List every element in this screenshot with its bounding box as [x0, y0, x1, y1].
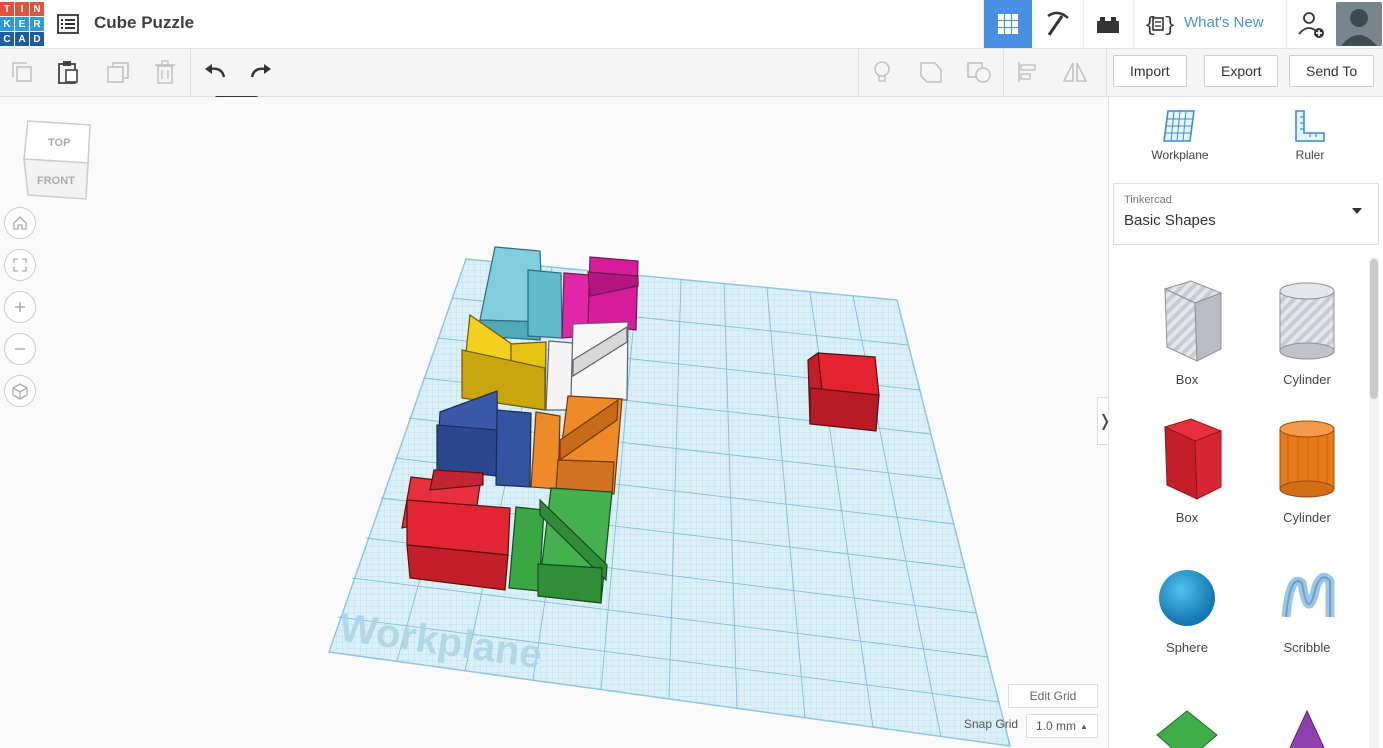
roof-icon	[1156, 710, 1218, 748]
logo-letter: N	[30, 2, 44, 16]
3d-viewport[interactable]: TOP FRONT Workplane ❭ Edit Grid Snap Gri…	[0, 97, 1113, 748]
shapes-panel: Workplane Ruler Tinkercad Basic Shapes B…	[1108, 97, 1383, 748]
scribble-icon	[1281, 572, 1335, 618]
snap-grid-label: Snap Grid	[964, 717, 1019, 731]
shape-label: Box	[1175, 372, 1199, 387]
3d-view-grid-icon[interactable]	[983, 0, 1032, 48]
edit-toolbar: Import Export Send To	[0, 49, 1383, 97]
workplane-tool-label: Workplane	[1151, 148, 1209, 162]
logo-letter: E	[15, 17, 29, 31]
shape-label: Sphere	[1166, 640, 1208, 655]
lightbulb-icon[interactable]	[867, 57, 897, 87]
export-button[interactable]: Export	[1204, 55, 1279, 87]
shape-label: Scribble	[1283, 640, 1331, 655]
scrollbar-thumb[interactable]	[1370, 259, 1378, 399]
logo-letter: C	[0, 32, 14, 46]
group-icon[interactable]	[916, 57, 946, 87]
shape-label: Cylinder	[1283, 372, 1331, 387]
logo-letter: D	[30, 32, 44, 46]
undo-icon[interactable]	[200, 57, 230, 87]
pyramid-icon	[1289, 709, 1325, 748]
snap-grid-select[interactable]: 1.0 mm ▲	[1026, 714, 1098, 738]
workplane-icon	[1163, 110, 1195, 142]
shape-pyramid[interactable]	[1247, 705, 1367, 748]
import-button[interactable]: Import	[1113, 55, 1187, 87]
shape-sphere[interactable]: Sphere	[1127, 563, 1247, 655]
copy-icon[interactable]	[7, 57, 37, 87]
paste-icon[interactable]	[53, 57, 83, 87]
shape-roof[interactable]	[1127, 705, 1247, 748]
code-blocks-icon[interactable]: { }	[1133, 0, 1182, 48]
svg-text:}: }	[1164, 15, 1174, 38]
logo-letter: T	[0, 2, 14, 16]
pickaxe-icon[interactable]	[1033, 0, 1082, 48]
library-provider: Tinkercad	[1124, 194, 1172, 206]
snap-grid-value: 1.0 mm	[1036, 719, 1077, 733]
box-hole-icon	[1163, 280, 1223, 362]
shape-cylinder[interactable]: Cylinder	[1247, 417, 1367, 525]
workplane-tool[interactable]: Workplane	[1135, 107, 1225, 162]
logo-letter: K	[0, 17, 14, 31]
delete-icon[interactable]	[150, 57, 180, 87]
shape-cylinder-hole[interactable]: Cylinder	[1247, 279, 1367, 387]
shape-label: Cylinder	[1283, 510, 1331, 525]
ruler-icon	[1295, 110, 1325, 142]
scene[interactable]: Workplane	[0, 97, 1108, 748]
whats-new-link[interactable]: What's New	[1184, 14, 1264, 31]
redo-icon[interactable]	[246, 57, 276, 87]
sphere-icon	[1159, 570, 1215, 626]
add-user-icon[interactable]	[1286, 0, 1335, 48]
cylinder-icon	[1279, 420, 1335, 498]
shapes-grid: Box Cylinder Box Cylinder Sphere Scribbl…	[1109, 257, 1373, 748]
design-title[interactable]: Cube Puzzle	[94, 13, 194, 33]
bricks-icon[interactable]	[1083, 0, 1132, 48]
shape-library-dropdown[interactable]: Tinkercad Basic Shapes	[1113, 183, 1379, 245]
panel-scrollbar[interactable]	[1369, 257, 1379, 748]
user-avatar[interactable]	[1336, 2, 1382, 46]
send-to-button[interactable]: Send To	[1289, 55, 1375, 87]
logo-letter: R	[30, 17, 44, 31]
logo-letter: I	[15, 2, 29, 16]
design-list-icon[interactable]	[56, 12, 80, 36]
tinkercad-logo[interactable]: TIN KER CAD	[0, 2, 44, 46]
shape-scribble[interactable]: Scribble	[1247, 563, 1367, 655]
caret-up-icon: ▲	[1080, 721, 1088, 731]
box-icon	[1163, 418, 1223, 500]
cylinder-hole-icon	[1279, 282, 1335, 360]
align-icon[interactable]	[1013, 57, 1043, 87]
red-cube[interactable]	[807, 351, 880, 432]
shape-box[interactable]: Box	[1127, 417, 1247, 525]
shape-label: Box	[1175, 510, 1199, 525]
mirror-icon[interactable]	[1060, 57, 1090, 87]
logo-letter: A	[15, 32, 29, 46]
ruler-tool-label: Ruler	[1295, 148, 1325, 162]
ungroup-icon[interactable]	[964, 57, 994, 87]
library-name: Basic Shapes	[1124, 212, 1216, 229]
ruler-tool[interactable]: Ruler	[1265, 107, 1355, 162]
dropdown-arrow-icon	[1352, 208, 1362, 214]
shape-box-hole[interactable]: Box	[1127, 279, 1247, 387]
edit-grid-button[interactable]: Edit Grid	[1008, 684, 1098, 708]
duplicate-icon[interactable]	[103, 57, 133, 87]
top-bar: TIN KER CAD Cube Puzzle { }	[0, 0, 1383, 49]
